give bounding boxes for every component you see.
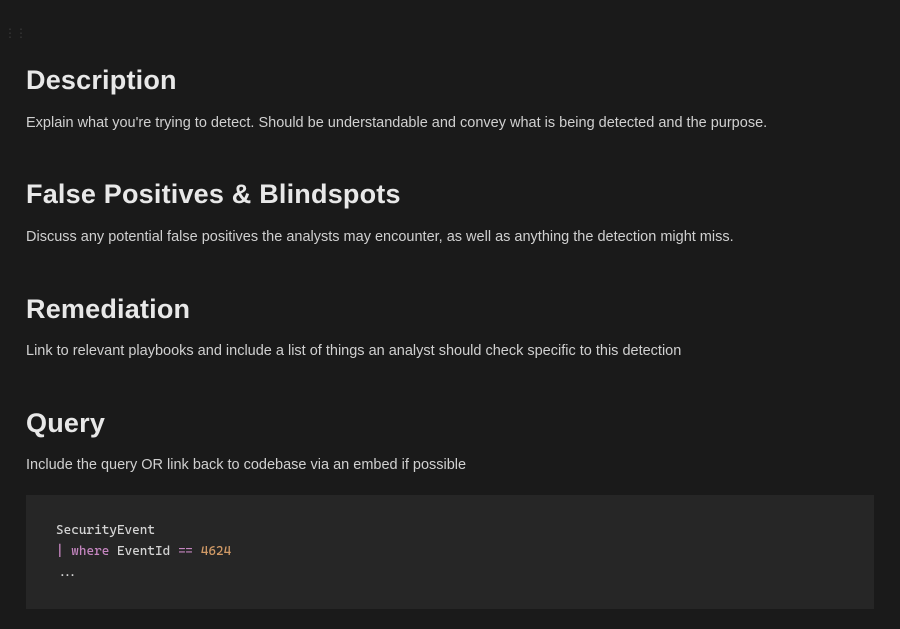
drag-handle-icon: ⋮⋮ (4, 24, 26, 42)
remediation-body: Link to relevant playbooks and include a… (26, 341, 874, 363)
query-heading: Query (26, 403, 874, 444)
false-positives-body: Discuss any potential false positives th… (26, 227, 874, 249)
description-heading: Description (26, 60, 874, 101)
code-token-ellipsis: ... (56, 565, 79, 580)
code-token-number: 4624 (193, 544, 231, 559)
code-token-field: EventId (117, 544, 178, 559)
code-token-pipe: | (56, 544, 64, 559)
false-positives-heading: False Positives & Blindspots (26, 174, 874, 215)
query-code-block: SecurityEvent | where EventId == 4624 ..… (26, 495, 874, 609)
query-body: Include the query OR link back to codeba… (26, 455, 874, 477)
code-token-identifier: SecurityEvent (56, 523, 155, 538)
code-token-keyword: where (64, 544, 117, 559)
remediation-heading: Remediation (26, 289, 874, 330)
description-body: Explain what you're trying to detect. Sh… (26, 113, 874, 135)
code-token-operator: == (178, 544, 193, 559)
